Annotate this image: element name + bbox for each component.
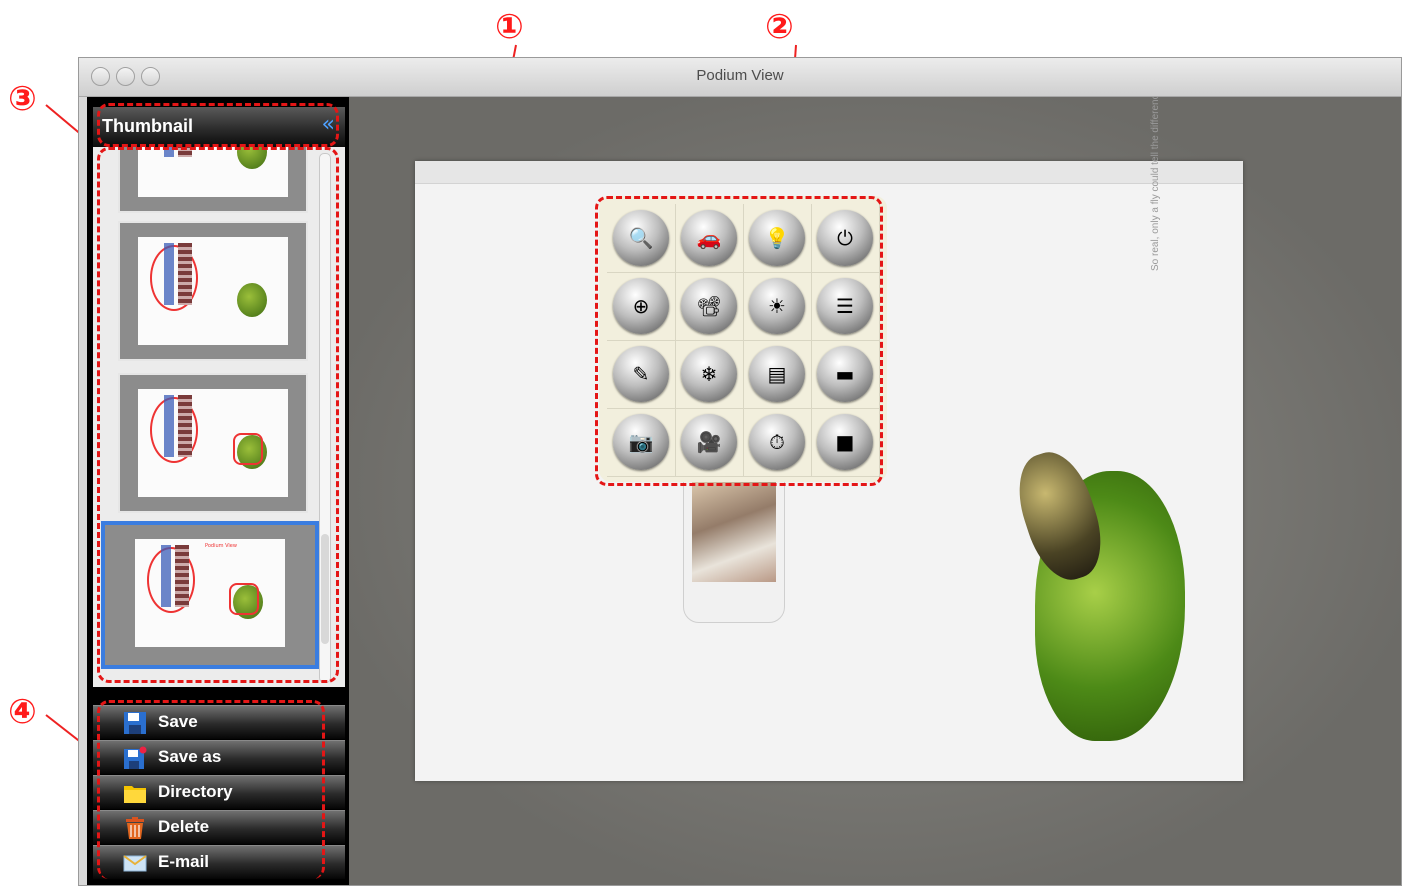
- annotation-pen-button[interactable]: ✎: [613, 346, 669, 402]
- full-screen-button[interactable]: ▬: [817, 346, 873, 402]
- annotation-pen-icon: ✎: [632, 362, 650, 386]
- envelope-icon: [123, 855, 147, 872]
- toolbar-cell: 📷: [607, 408, 676, 477]
- note-icon: ▤: [767, 362, 787, 386]
- car-icon: 🚗: [696, 226, 722, 250]
- toolbar-cell: ▤: [743, 340, 812, 409]
- settings-list-icon: ☰: [836, 294, 854, 318]
- toolbar-cell: ✎: [607, 340, 676, 409]
- freeze-icon: ❄: [700, 362, 718, 386]
- save-as-button[interactable]: Save as: [93, 740, 345, 774]
- timer-icon: ⏱: [769, 430, 785, 454]
- thumbnail-header: Thumbnail «: [93, 107, 345, 147]
- brightness-button[interactable]: ☀: [749, 278, 805, 334]
- email-label: E-mail: [158, 852, 210, 871]
- directory-label: Directory: [158, 782, 233, 801]
- zoom-in-button[interactable]: ⊕: [613, 278, 669, 334]
- floppy-disk-star-icon: [124, 746, 147, 769]
- camera-preview[interactable]: So real, only a fly could tell the diffe…: [349, 97, 1401, 885]
- double-chevron-left-icon[interactable]: «: [322, 112, 335, 137]
- thumbnail-list[interactable]: Podium View: [93, 147, 345, 687]
- callout-2: ②: [765, 7, 794, 47]
- thumbnail-title: Thumbnail: [102, 116, 193, 136]
- toolbar-cell: ■: [811, 408, 880, 477]
- capture-camera-icon: 📷: [628, 430, 654, 454]
- toolbar-cell: 🎥: [675, 408, 744, 477]
- toolbar-cell: ⊕: [607, 272, 676, 341]
- callout-1: ①: [495, 7, 524, 47]
- directory-button[interactable]: Directory: [93, 775, 345, 809]
- settings-list-button[interactable]: ☰: [817, 278, 873, 334]
- record-video-icon: 🎥: [696, 430, 722, 454]
- record-video-button[interactable]: 🎥: [681, 414, 737, 470]
- floppy-disk-icon: [124, 712, 146, 734]
- callout-4: ④: [8, 692, 37, 732]
- toolbar-cell: 💡: [743, 204, 812, 273]
- zoom-in-icon: ⊕: [632, 294, 650, 318]
- thumbnail-item[interactable]: [118, 221, 308, 361]
- save-label: Save: [158, 712, 198, 731]
- toolbar-cell: ⏱: [743, 408, 812, 477]
- power-icon: ⏻: [837, 226, 853, 250]
- car-button[interactable]: 🚗: [681, 210, 737, 266]
- document-camera-button[interactable]: 📽: [681, 278, 737, 334]
- zoom-document-icon: 🔍: [628, 226, 654, 250]
- capture-camera-button[interactable]: 📷: [613, 414, 669, 470]
- toolbar-cell: 🔍: [607, 204, 676, 273]
- trash-icon: [126, 817, 144, 839]
- toolbar-cell: ☀: [743, 272, 812, 341]
- email-button[interactable]: E-mail: [93, 845, 345, 879]
- thumbnail-scrollbar[interactable]: [319, 153, 331, 683]
- note-button[interactable]: ▤: [749, 346, 805, 402]
- scrollbar-thumb[interactable]: [321, 534, 329, 644]
- full-screen-icon: ▬: [835, 362, 855, 386]
- save-button[interactable]: Save: [93, 705, 345, 739]
- document-tagline: So real, only a fly could tell the diffe…: [1150, 97, 1161, 271]
- thumbnail-item[interactable]: [118, 147, 308, 213]
- toolbar-cell: ⏻: [811, 204, 880, 273]
- thumbnail-annotation-text: Podium View: [205, 543, 237, 549]
- save-as-label: Save as: [158, 747, 222, 766]
- toolbar-cell: 🚗: [675, 204, 744, 273]
- delete-button[interactable]: Delete: [93, 810, 345, 844]
- callout-3: ③: [8, 79, 37, 119]
- zoom-document-button[interactable]: 🔍: [613, 210, 669, 266]
- thumbnail-item-selected[interactable]: Podium View: [101, 521, 319, 669]
- toolbar-cell: ☰: [811, 272, 880, 341]
- stop-button[interactable]: ■: [817, 414, 873, 470]
- thumbnail-item[interactable]: [118, 373, 308, 513]
- document-camera-icon: 📽: [696, 294, 722, 318]
- timer-button[interactable]: ⏱: [749, 414, 805, 470]
- toolbar-cell: 📽: [675, 272, 744, 341]
- podium-view-window: Podium View Thumbnail « Podium View Save…: [78, 57, 1402, 886]
- sidebar: Thumbnail « Podium View Save Save as Dir…: [87, 97, 349, 885]
- stop-icon: ■: [835, 430, 855, 454]
- toolbar-cell: ❄: [675, 340, 744, 409]
- folder-icon: [124, 786, 146, 803]
- window-title: Podium View: [696, 67, 784, 84]
- brightness-icon: ☀: [768, 294, 786, 318]
- delete-label: Delete: [158, 817, 210, 836]
- function-toolbar: 🔍 🚗 💡 ⏻ ⊕ 📽 ☀ ☰ ✎ ❄ ▤ ▬ 📷 🎥 ⏱ ■: [599, 196, 887, 482]
- power-button[interactable]: ⏻: [817, 210, 873, 266]
- toolbar-cell: ▬: [811, 340, 880, 409]
- lamp-icon: 💡: [764, 226, 790, 250]
- freeze-button[interactable]: ❄: [681, 346, 737, 402]
- lamp-button[interactable]: 💡: [749, 210, 805, 266]
- titlebar: Podium View: [79, 58, 1401, 97]
